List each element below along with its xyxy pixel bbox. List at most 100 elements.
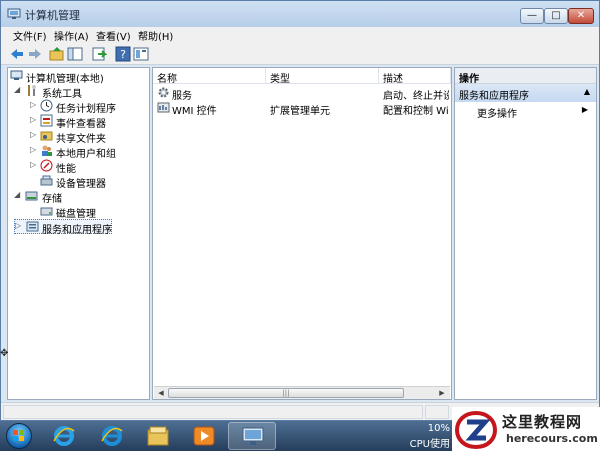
menu-file[interactable]: 文件(F) xyxy=(13,28,47,43)
services-gear-icon xyxy=(158,87,169,98)
help-icon[interactable]: ? xyxy=(115,46,131,62)
start-button[interactable] xyxy=(6,423,32,449)
taskbar-item-computer-management[interactable] xyxy=(228,422,276,450)
tree-item-performance[interactable]: ▷ 性能 xyxy=(30,159,145,175)
users-icon xyxy=(42,145,52,156)
computer-management-window: 计算机管理 — □ ✕ 文件(F) 操作(A) 查看(V) 帮助(H) ? 计算… xyxy=(0,0,600,421)
tree-item-shared-folders[interactable]: ▷ 共享文件夹 xyxy=(30,129,145,145)
actions-header: 操作 xyxy=(455,68,596,85)
toolbar: ? xyxy=(1,43,599,65)
title-bar[interactable]: 计算机管理 — □ ✕ xyxy=(1,1,599,27)
column-header-desc[interactable]: 描述 xyxy=(379,68,451,85)
wmi-control-icon xyxy=(157,102,170,113)
tree-item-storage[interactable]: ◢ 存储 xyxy=(14,189,134,205)
minimize-button[interactable]: — xyxy=(520,8,544,24)
status-cell-main xyxy=(3,405,423,419)
status-cell-small xyxy=(425,405,449,419)
list-item[interactable]: WMI 控件 扩展管理单元 配置和控制 Wind xyxy=(153,101,449,117)
scroll-right-icon[interactable]: ▶ xyxy=(436,388,448,398)
tree-label: 本地用户和组 xyxy=(56,149,116,160)
expand-triangle-icon[interactable]: ▷ xyxy=(30,115,38,124)
tree-item-local-users[interactable]: ▷ 本地用户和组 xyxy=(30,144,145,160)
close-button[interactable]: ✕ xyxy=(568,8,594,24)
properties-icon[interactable] xyxy=(133,46,149,62)
maximize-icon: □ xyxy=(551,10,561,21)
tree-item-disk-management[interactable]: 磁盘管理 xyxy=(30,204,145,220)
windows-logo-icon xyxy=(13,430,24,441)
expand-triangle-icon[interactable]: ▷ xyxy=(30,130,38,139)
expand-triangle-icon[interactable]: ▷ xyxy=(30,160,38,169)
computer-management-icon xyxy=(242,427,264,445)
horizontal-scrollbar[interactable]: ◀ ||| ▶ xyxy=(154,386,450,399)
tree-item-device-manager[interactable]: 设备管理器 xyxy=(30,174,145,190)
actions-section-label: 服务和应用程序 xyxy=(459,91,529,102)
list-cell-name: WMI 控件 xyxy=(172,106,217,117)
tree-item-root[interactable]: 计算机管理(本地) xyxy=(10,69,130,85)
menu-help[interactable]: 帮助(H) xyxy=(138,28,173,43)
tree-label: 性能 xyxy=(56,164,76,175)
column-header-name[interactable]: 名称 xyxy=(153,68,266,85)
actions-section-services-apps[interactable]: 服务和应用程序 ▲ xyxy=(455,84,596,102)
more-actions-item[interactable]: 更多操作 ▶ xyxy=(455,104,596,120)
list-cell-desc: 配置和控制 Wind xyxy=(383,106,449,117)
expand-triangle-icon[interactable]: ▷ xyxy=(30,145,38,154)
up-folder-icon[interactable] xyxy=(49,46,65,62)
internet-explorer-icon[interactable] xyxy=(52,425,76,447)
services-apps-icon xyxy=(26,221,39,232)
internet-explorer-icon[interactable] xyxy=(100,425,124,447)
shared-folder-icon xyxy=(40,131,53,141)
svg-text:?: ? xyxy=(120,48,126,61)
computer-management-icon xyxy=(7,8,21,19)
result-list: 名称 类型 描述 服务 启动、终止并设 WMI 控件 扩展管理单元 配置和控制 … xyxy=(152,67,452,400)
tree-item-services-apps[interactable]: ▷ 服务和应用程序 xyxy=(14,219,112,236)
storage-icon xyxy=(25,191,38,201)
event-viewer-icon xyxy=(40,114,53,127)
grip-icon: ||| xyxy=(282,389,290,397)
submenu-arrow-icon: ▶ xyxy=(581,105,588,114)
tree-item-task-scheduler[interactable]: ▷ 任务计划程序 xyxy=(30,99,145,115)
device-manager-icon xyxy=(40,175,53,186)
minimize-icon: — xyxy=(527,10,537,21)
list-cell-type: 扩展管理单元 xyxy=(270,106,330,117)
tree-label: 计算机管理(本地) xyxy=(26,74,104,85)
forward-arrow-icon[interactable] xyxy=(27,46,43,62)
column-header-type[interactable]: 类型 xyxy=(266,68,379,85)
list-cell-desc: 启动、终止并设 xyxy=(383,91,449,102)
tree-label: 系统工具 xyxy=(42,89,82,100)
tree-item-system-tools[interactable]: ◢ 系统工具 xyxy=(14,84,134,100)
system-tools-icon xyxy=(28,85,36,96)
disk-icon xyxy=(40,207,53,216)
show-hide-tree-icon[interactable] xyxy=(67,46,83,62)
tree-label: 磁盘管理 xyxy=(56,209,96,220)
menu-view[interactable]: 查看(V) xyxy=(96,28,131,43)
tree-label: 共享文件夹 xyxy=(56,134,106,145)
tree-label: 事件查看器 xyxy=(56,119,106,130)
cpu-meter[interactable]: 10% CPU使用 xyxy=(406,423,454,450)
tree-item-event-viewer[interactable]: ▷ 事件查看器 xyxy=(30,114,145,130)
collapse-triangle-icon[interactable]: ◢ xyxy=(14,190,22,199)
collapse-up-icon[interactable]: ▲ xyxy=(584,87,590,96)
expand-triangle-icon[interactable]: ▷ xyxy=(30,100,38,109)
more-actions-label: 更多操作 xyxy=(477,109,517,120)
brand-title: 这里教程网 xyxy=(502,413,583,431)
collapse-triangle-icon[interactable]: ◢ xyxy=(14,85,22,94)
export-list-icon[interactable] xyxy=(91,46,107,62)
cpu-value: 10% xyxy=(427,423,450,434)
mouse-cursor-icon: ✥ xyxy=(0,348,9,359)
list-item[interactable]: 服务 启动、终止并设 xyxy=(153,86,449,102)
clock-icon xyxy=(40,99,53,112)
menu-action[interactable]: 操作(A) xyxy=(54,28,89,43)
expand-triangle-icon[interactable]: ▷ xyxy=(15,221,23,230)
scroll-left-icon[interactable]: ◀ xyxy=(155,388,167,398)
close-icon: ✕ xyxy=(576,10,586,21)
back-arrow-icon[interactable] xyxy=(9,46,25,62)
menu-bar: 文件(F) 操作(A) 查看(V) 帮助(H) xyxy=(1,27,599,43)
scroll-thumb[interactable]: ||| xyxy=(168,388,404,398)
computer-management-icon xyxy=(10,70,23,80)
tree-label: 任务计划程序 xyxy=(56,104,116,115)
media-player-icon[interactable] xyxy=(192,425,216,447)
brand-logo-icon xyxy=(455,411,497,449)
windows-explorer-icon[interactable] xyxy=(146,425,170,447)
tree-label: 设备管理器 xyxy=(56,179,106,190)
maximize-button[interactable]: □ xyxy=(544,8,568,24)
